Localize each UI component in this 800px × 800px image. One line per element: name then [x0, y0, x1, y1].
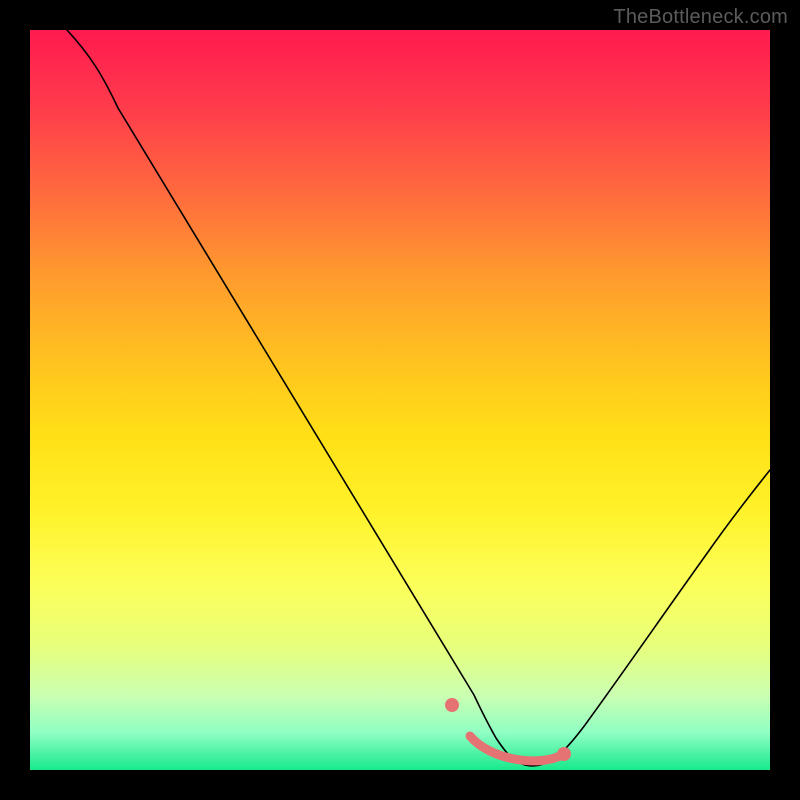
highlight-dot-left — [445, 698, 459, 712]
highlight-flat-segment — [470, 736, 564, 761]
plot-area — [30, 30, 770, 770]
curve-path — [67, 30, 770, 766]
chart-frame: TheBottleneck.com — [0, 0, 800, 800]
watermark-label: TheBottleneck.com — [613, 6, 788, 29]
highlight-dot-right — [557, 747, 571, 761]
bottleneck-curve — [30, 30, 770, 770]
